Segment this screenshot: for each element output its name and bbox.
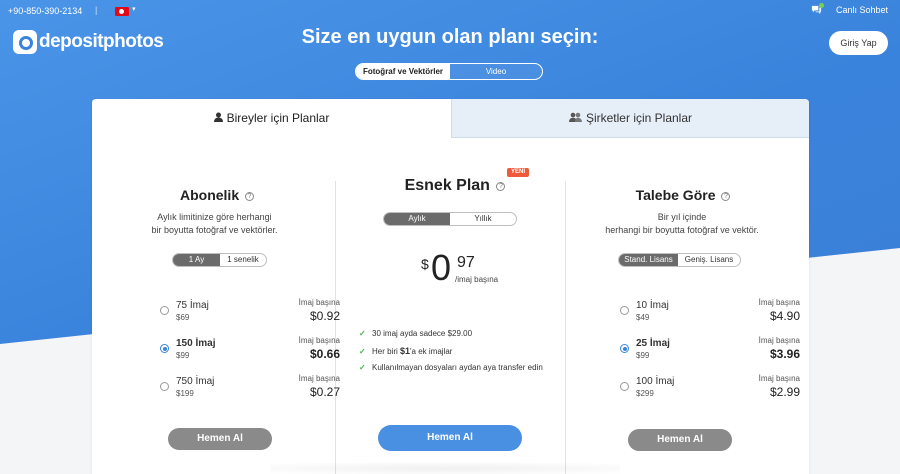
option-quantity: 25 İmaj [636, 338, 670, 349]
price-integer: 0 [431, 247, 452, 288]
option-quantity: 100 İmaj [636, 376, 675, 387]
per-image-price: $0.27 [309, 385, 340, 399]
flexible-title-text: Esnek Plan [404, 177, 490, 194]
check-icon: ✓ [359, 363, 366, 372]
top-bar: +90-850-390-2134 | ▾ Canlı Sohbet [8, 3, 888, 19]
per-image-price: $4.90 [769, 309, 800, 323]
plan-option[interactable]: 10 İmaj $49 İmaj başına $4.90 [620, 298, 800, 328]
flexible-buy-button[interactable]: Hemen Al [378, 425, 522, 451]
option-total: $199 [176, 389, 194, 398]
price-cents: 97 [457, 254, 475, 271]
new-badge: YENİ [507, 168, 529, 177]
person-icon [213, 100, 223, 139]
chevron-down-icon[interactable]: ▾ [132, 5, 136, 13]
per-image-label: İmaj başına [758, 374, 800, 383]
plan-option-selected[interactable]: 150 İmaj $99 İmaj başına $0.66 [160, 336, 340, 366]
per-image-label: İmaj başına [298, 298, 340, 307]
toggle-photos-vectors[interactable]: Fotoğraf ve Vektörler [356, 64, 450, 79]
on-demand-description-line: Bir yıl içinde [657, 212, 707, 222]
per-image-label: İmaj başına [298, 374, 340, 383]
turkey-flag-icon[interactable] [115, 7, 129, 16]
toggle-extended-license[interactable]: Geniş. Lisans [678, 254, 740, 266]
pricing-panel: Bireyler için Planlar Şirketler için Pla… [92, 99, 809, 474]
on-demand-description-line: herhangi bir boyutta fotoğraf ve vektör. [605, 225, 759, 235]
flexible-period-toggle: Aylık Yıllık [383, 212, 517, 226]
tab-individuals[interactable]: Bireyler için Planlar [92, 99, 451, 138]
feature-item: ✓ 30 imaj ayda sadece $29.00 [359, 329, 472, 338]
per-image-price: $0.66 [309, 347, 340, 361]
option-quantity: 150 İmaj [176, 338, 216, 349]
feature-text: Her biri [372, 347, 401, 356]
per-image-label: İmaj başına [298, 336, 340, 345]
per-image-label: İmaj başına [758, 298, 800, 307]
media-type-toggle: Fotoğraf ve Vektörler Video [355, 63, 543, 80]
subscription-description: Aylık limitinize göre herhangi bir boyut… [132, 211, 297, 237]
topbar-separator: | [95, 5, 98, 15]
option-total: $49 [636, 313, 650, 322]
help-icon[interactable]: ? [721, 192, 731, 201]
radio-button-selected[interactable] [160, 344, 169, 353]
subscription-description-line: Aylık limitinize göre herhangi [157, 212, 272, 222]
toggle-yearly[interactable]: Yıllık [450, 213, 516, 225]
radio-button[interactable] [160, 382, 169, 391]
check-icon: ✓ [359, 329, 366, 338]
feature-text: 'a ek imajlar [410, 347, 453, 356]
on-demand-title-text: Talebe Göre [635, 187, 716, 203]
option-quantity: 10 İmaj [636, 300, 669, 311]
people-icon [568, 100, 582, 139]
toggle-1-month[interactable]: 1 Ay [173, 254, 220, 266]
page-title: Size en uygun olan planı seçin: [301, 26, 599, 48]
live-chat-link[interactable]: Canlı Sohbet [836, 5, 888, 15]
per-image-label: İmaj başına [758, 336, 800, 345]
plan-option[interactable]: 75 İmaj $69 İmaj başına $0.92 [160, 298, 340, 328]
option-total: $299 [636, 389, 654, 398]
price-unit: /imaj başına [455, 275, 499, 284]
option-total: $69 [176, 313, 190, 322]
subscription-period-toggle: 1 Ay 1 senelik [172, 253, 267, 267]
on-demand-description: Bir yıl içinde herhangi bir boyutta foto… [592, 211, 772, 237]
per-image-price: $3.96 [769, 347, 800, 361]
bottom-shadow [270, 463, 620, 474]
phone-number[interactable]: +90-850-390-2134 [8, 6, 82, 16]
plan-option[interactable]: 100 İmaj $299 İmaj başına $2.99 [620, 374, 800, 404]
option-total: $99 [636, 351, 650, 360]
online-indicator [819, 3, 824, 8]
feature-highlight: $1 [400, 346, 411, 356]
subscription-buy-button[interactable]: Hemen Al [168, 428, 272, 450]
tab-companies-label: Şirketler için Planlar [585, 111, 693, 125]
feature-text: 30 imaj ayda sadece $29.00 [372, 329, 473, 338]
plan-option-selected[interactable]: 25 İmaj $99 İmaj başına $3.96 [620, 336, 800, 366]
check-icon: ✓ [359, 347, 366, 356]
per-image-price: $2.99 [769, 385, 800, 399]
radio-button[interactable] [620, 382, 629, 391]
tab-individuals-label: Bireyler için Planlar [226, 111, 330, 125]
option-quantity: 75 İmaj [176, 300, 209, 311]
radio-button-selected[interactable] [620, 344, 629, 353]
on-demand-buy-button[interactable]: Hemen Al [628, 429, 732, 451]
help-icon[interactable]: ? [496, 182, 506, 191]
toggle-1-year[interactable]: 1 senelik [220, 254, 266, 266]
option-total: $99 [176, 351, 190, 360]
column-divider [565, 181, 566, 474]
radio-button[interactable] [620, 306, 629, 315]
tab-companies[interactable]: Şirketler için Planlar [451, 99, 809, 138]
subscription-title-text: Abonelik [179, 187, 240, 203]
toggle-monthly[interactable]: Aylık [384, 213, 450, 225]
help-icon[interactable]: ? [245, 192, 254, 201]
flexible-title: Esnek Plan ? [390, 177, 520, 195]
toggle-video[interactable]: Video [450, 64, 542, 79]
price-currency: $ [421, 256, 429, 272]
subscription-title: Abonelik ? [172, 187, 262, 203]
toggle-standard-license[interactable]: Stand. Lisans [619, 254, 678, 266]
radio-button[interactable] [160, 306, 169, 315]
on-demand-title: Talebe Göre ? [628, 187, 738, 203]
per-image-price: $0.92 [309, 309, 340, 323]
license-toggle: Stand. Lisans Geniş. Lisans [618, 253, 741, 267]
feature-item: ✓ Her biri $1'a ek imajlar [359, 346, 452, 356]
option-quantity: 750 İmaj [176, 376, 215, 387]
subscription-description-line: bir boyutta fotoğraf ve vektörler. [151, 225, 278, 235]
plan-option[interactable]: 750 İmaj $199 İmaj başına $0.27 [160, 374, 340, 404]
feature-item: ✓ Kullanılmayan dosyaları aydan aya trans… [359, 363, 543, 372]
feature-text: Kullanılmayan dosyaları aydan aya transf… [372, 363, 543, 372]
